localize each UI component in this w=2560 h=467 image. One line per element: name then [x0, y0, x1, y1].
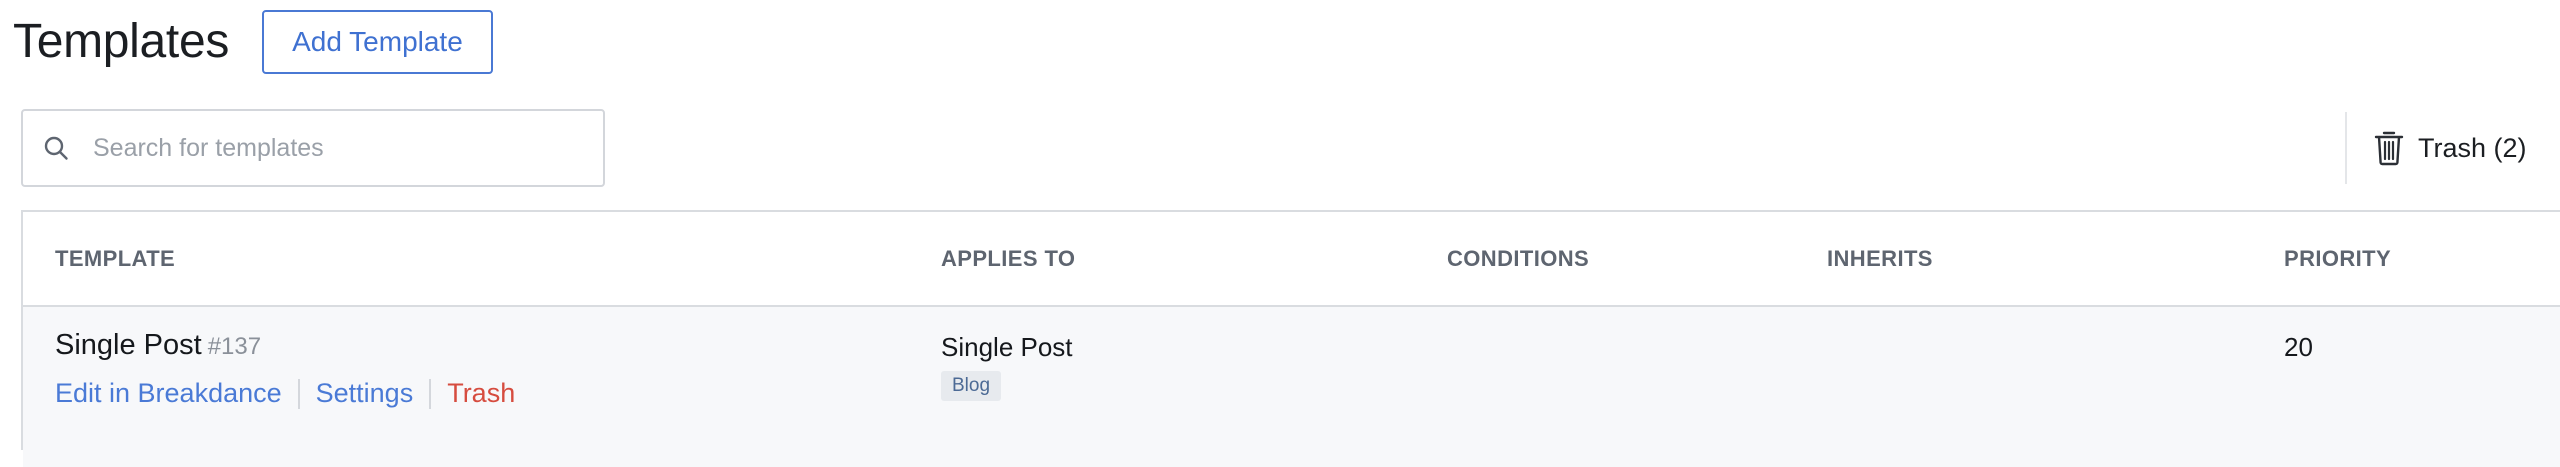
template-id: #137	[207, 333, 262, 360]
add-template-button[interactable]: Add Template	[262, 10, 493, 74]
action-divider	[297, 378, 300, 409]
page-title: Templates	[13, 15, 230, 68]
edit-in-breakdance-link[interactable]: Edit in Breakdance	[55, 378, 282, 409]
trash-can-icon	[2374, 131, 2404, 166]
templates-table: TEMPLATE APPLIES TO CONDITIONS INHERITS …	[21, 210, 2560, 467]
applies-to-value: Single Post	[941, 332, 1073, 362]
trash-button-label: Trash (2)	[2418, 132, 2527, 163]
priority-value: 20	[2284, 332, 2313, 362]
search-icon	[44, 136, 68, 160]
column-header-inherits[interactable]: INHERITS	[1827, 212, 1933, 305]
column-header-template[interactable]: TEMPLATE	[55, 212, 175, 305]
trash-link[interactable]: Trash	[447, 378, 515, 409]
applies-to-tag: Blog	[941, 371, 1002, 401]
template-title: Single Post #137	[55, 329, 515, 362]
search-input[interactable]	[91, 132, 575, 164]
column-header-conditions[interactable]: CONDITIONS	[1447, 212, 1589, 305]
template-name[interactable]: Single Post	[55, 329, 202, 361]
applies-to-cell: Single Post Blog	[941, 332, 1073, 401]
column-header-applies-to[interactable]: APPLIES TO	[941, 212, 1075, 305]
action-divider	[429, 378, 432, 409]
page-header: Templates Add Template	[13, 8, 493, 76]
row-actions: Edit in Breakdance Settings Trash	[55, 378, 515, 409]
table-row: Single Post #137 Edit in Breakdance Setti…	[23, 307, 2560, 467]
toolbar-divider	[2345, 112, 2347, 184]
search-field[interactable]	[21, 109, 605, 187]
template-cell: Single Post #137 Edit in Breakdance Setti…	[55, 329, 515, 409]
table-header: TEMPLATE APPLIES TO CONDITIONS INHERITS …	[23, 212, 2560, 307]
column-header-priority[interactable]: PRIORITY	[2284, 212, 2391, 305]
trash-button[interactable]: Trash (2)	[2374, 124, 2527, 172]
settings-link[interactable]: Settings	[316, 378, 414, 409]
